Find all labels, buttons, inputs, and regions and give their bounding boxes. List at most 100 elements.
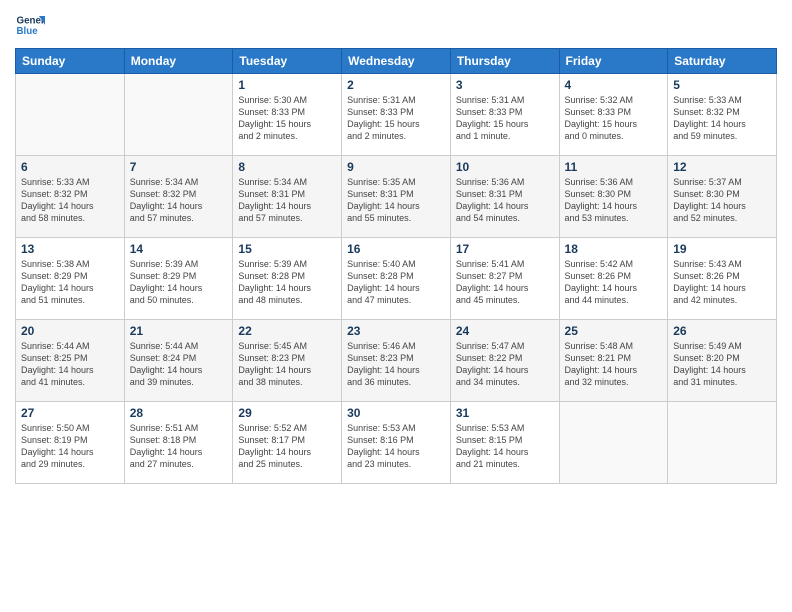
day-info: Sunrise: 5:33 AM Sunset: 8:32 PM Dayligh… (21, 176, 119, 225)
day-info: Sunrise: 5:33 AM Sunset: 8:32 PM Dayligh… (673, 94, 771, 143)
day-info: Sunrise: 5:53 AM Sunset: 8:16 PM Dayligh… (347, 422, 445, 471)
day-number: 5 (673, 78, 771, 92)
day-info: Sunrise: 5:51 AM Sunset: 8:18 PM Dayligh… (130, 422, 228, 471)
day-info: Sunrise: 5:32 AM Sunset: 8:33 PM Dayligh… (565, 94, 663, 143)
calendar-cell: 7Sunrise: 5:34 AM Sunset: 8:32 PM Daylig… (124, 156, 233, 238)
day-number: 15 (238, 242, 336, 256)
calendar-cell: 11 Sunrise: 5:36 AM Sunset: 8:30 PM Dayli… (559, 156, 668, 238)
page-header: General Blue (15, 10, 777, 40)
day-number: 4 (565, 78, 663, 92)
calendar-cell: 10 Sunrise: 5:36 AM Sunset: 8:31 PM Dayli… (450, 156, 559, 238)
calendar-cell: 2Sunrise: 5:31 AM Sunset: 8:33 PM Daylig… (342, 74, 451, 156)
day-number: 30 (347, 406, 445, 420)
calendar-cell (559, 402, 668, 484)
day-info: Sunrise: 5:47 AM Sunset: 8:22 PM Dayligh… (456, 340, 554, 389)
calendar-cell: 19Sunrise: 5:43 AM Sunset: 8:26 PM Dayli… (668, 238, 777, 320)
day-info: Sunrise: 5:39 AM Sunset: 8:28 PM Dayligh… (238, 258, 336, 307)
logo: General Blue (15, 10, 45, 40)
calendar-cell: 23 Sunrise: 5:46 AM Sunset: 8:23 PM Dayli… (342, 320, 451, 402)
day-info: Sunrise: 5:44 AM Sunset: 8:25 PM Dayligh… (21, 340, 119, 389)
day-number: 8 (238, 160, 336, 174)
day-number: 9 (347, 160, 445, 174)
day-number: 1 (238, 78, 336, 92)
day-info: Sunrise: 5:36 AM Sunset: 8:31 PM Dayligh… (456, 176, 554, 225)
calendar-cell: 13 Sunrise: 5:38 AM Sunset: 8:29 PM Dayli… (16, 238, 125, 320)
day-info: Sunrise: 5:46 AM Sunset: 8:23 PM Dayligh… (347, 340, 445, 389)
day-info: Sunrise: 5:48 AM Sunset: 8:21 PM Dayligh… (565, 340, 663, 389)
calendar-cell: 31 Sunrise: 5:53 AM Sunset: 8:15 PM Dayli… (450, 402, 559, 484)
day-number: 22 (238, 324, 336, 338)
day-number: 21 (130, 324, 228, 338)
calendar-cell: 18 Sunrise: 5:42 AM Sunset: 8:26 PM Dayli… (559, 238, 668, 320)
day-info: Sunrise: 5:36 AM Sunset: 8:30 PM Dayligh… (565, 176, 663, 225)
day-info: Sunrise: 5:41 AM Sunset: 8:27 PM Dayligh… (456, 258, 554, 307)
weekday-header-tuesday: Tuesday (233, 49, 342, 74)
calendar-cell: 24 Sunrise: 5:47 AM Sunset: 8:22 PM Dayli… (450, 320, 559, 402)
day-number: 24 (456, 324, 554, 338)
calendar-cell: 20 Sunrise: 5:44 AM Sunset: 8:25 PM Dayli… (16, 320, 125, 402)
day-number: 20 (21, 324, 119, 338)
calendar-week-1: 1 Sunrise: 5:30 AM Sunset: 8:33 PM Daylig… (16, 74, 777, 156)
calendar-cell: 27 Sunrise: 5:50 AM Sunset: 8:19 PM Dayli… (16, 402, 125, 484)
calendar-cell: 1 Sunrise: 5:30 AM Sunset: 8:33 PM Daylig… (233, 74, 342, 156)
calendar-cell: 28 Sunrise: 5:51 AM Sunset: 8:18 PM Dayli… (124, 402, 233, 484)
day-number: 10 (456, 160, 554, 174)
calendar-cell: 21 Sunrise: 5:44 AM Sunset: 8:24 PM Dayli… (124, 320, 233, 402)
calendar-cell: 6Sunrise: 5:33 AM Sunset: 8:32 PM Daylig… (16, 156, 125, 238)
calendar-table: SundayMondayTuesdayWednesdayThursdayFrid… (15, 48, 777, 484)
weekday-header-monday: Monday (124, 49, 233, 74)
weekday-header-row: SundayMondayTuesdayWednesdayThursdayFrid… (16, 49, 777, 74)
calendar-cell: 30 Sunrise: 5:53 AM Sunset: 8:16 PM Dayli… (342, 402, 451, 484)
day-info: Sunrise: 5:39 AM Sunset: 8:29 PM Dayligh… (130, 258, 228, 307)
day-number: 17 (456, 242, 554, 256)
day-number: 27 (21, 406, 119, 420)
weekday-header-friday: Friday (559, 49, 668, 74)
day-number: 19 (673, 242, 771, 256)
calendar-cell (668, 402, 777, 484)
calendar-cell: 12Sunrise: 5:37 AM Sunset: 8:30 PM Dayli… (668, 156, 777, 238)
calendar-week-3: 13 Sunrise: 5:38 AM Sunset: 8:29 PM Dayli… (16, 238, 777, 320)
calendar-cell: 29Sunrise: 5:52 AM Sunset: 8:17 PM Dayli… (233, 402, 342, 484)
calendar-cell: 25 Sunrise: 5:48 AM Sunset: 8:21 PM Dayli… (559, 320, 668, 402)
calendar-week-4: 20 Sunrise: 5:44 AM Sunset: 8:25 PM Dayli… (16, 320, 777, 402)
day-info: Sunrise: 5:52 AM Sunset: 8:17 PM Dayligh… (238, 422, 336, 471)
calendar-cell (16, 74, 125, 156)
calendar-cell: 17 Sunrise: 5:41 AM Sunset: 8:27 PM Dayli… (450, 238, 559, 320)
day-info: Sunrise: 5:53 AM Sunset: 8:15 PM Dayligh… (456, 422, 554, 471)
day-info: Sunrise: 5:50 AM Sunset: 8:19 PM Dayligh… (21, 422, 119, 471)
day-number: 7 (130, 160, 228, 174)
calendar-cell: 16 Sunrise: 5:40 AM Sunset: 8:28 PM Dayli… (342, 238, 451, 320)
day-info: Sunrise: 5:40 AM Sunset: 8:28 PM Dayligh… (347, 258, 445, 307)
day-number: 13 (21, 242, 119, 256)
calendar-cell: 22 Sunrise: 5:45 AM Sunset: 8:23 PM Dayli… (233, 320, 342, 402)
day-number: 16 (347, 242, 445, 256)
day-info: Sunrise: 5:45 AM Sunset: 8:23 PM Dayligh… (238, 340, 336, 389)
day-number: 18 (565, 242, 663, 256)
day-number: 25 (565, 324, 663, 338)
day-info: Sunrise: 5:30 AM Sunset: 8:33 PM Dayligh… (238, 94, 336, 143)
day-number: 28 (130, 406, 228, 420)
day-number: 31 (456, 406, 554, 420)
day-number: 26 (673, 324, 771, 338)
weekday-header-sunday: Sunday (16, 49, 125, 74)
calendar-week-2: 6Sunrise: 5:33 AM Sunset: 8:32 PM Daylig… (16, 156, 777, 238)
calendar-cell: 5 Sunrise: 5:33 AM Sunset: 8:32 PM Daylig… (668, 74, 777, 156)
calendar-week-5: 27 Sunrise: 5:50 AM Sunset: 8:19 PM Dayli… (16, 402, 777, 484)
day-number: 11 (565, 160, 663, 174)
day-info: Sunrise: 5:31 AM Sunset: 8:33 PM Dayligh… (347, 94, 445, 143)
svg-text:Blue: Blue (17, 26, 39, 37)
logo-icon: General Blue (15, 10, 45, 40)
day-number: 12 (673, 160, 771, 174)
day-number: 23 (347, 324, 445, 338)
calendar-cell: 15 Sunrise: 5:39 AM Sunset: 8:28 PM Dayli… (233, 238, 342, 320)
calendar-cell: 3Sunrise: 5:31 AM Sunset: 8:33 PM Daylig… (450, 74, 559, 156)
weekday-header-saturday: Saturday (668, 49, 777, 74)
weekday-header-wednesday: Wednesday (342, 49, 451, 74)
day-info: Sunrise: 5:44 AM Sunset: 8:24 PM Dayligh… (130, 340, 228, 389)
calendar-cell: 4 Sunrise: 5:32 AM Sunset: 8:33 PM Daylig… (559, 74, 668, 156)
day-info: Sunrise: 5:31 AM Sunset: 8:33 PM Dayligh… (456, 94, 554, 143)
day-info: Sunrise: 5:35 AM Sunset: 8:31 PM Dayligh… (347, 176, 445, 225)
day-info: Sunrise: 5:49 AM Sunset: 8:20 PM Dayligh… (673, 340, 771, 389)
day-info: Sunrise: 5:42 AM Sunset: 8:26 PM Dayligh… (565, 258, 663, 307)
day-info: Sunrise: 5:38 AM Sunset: 8:29 PM Dayligh… (21, 258, 119, 307)
